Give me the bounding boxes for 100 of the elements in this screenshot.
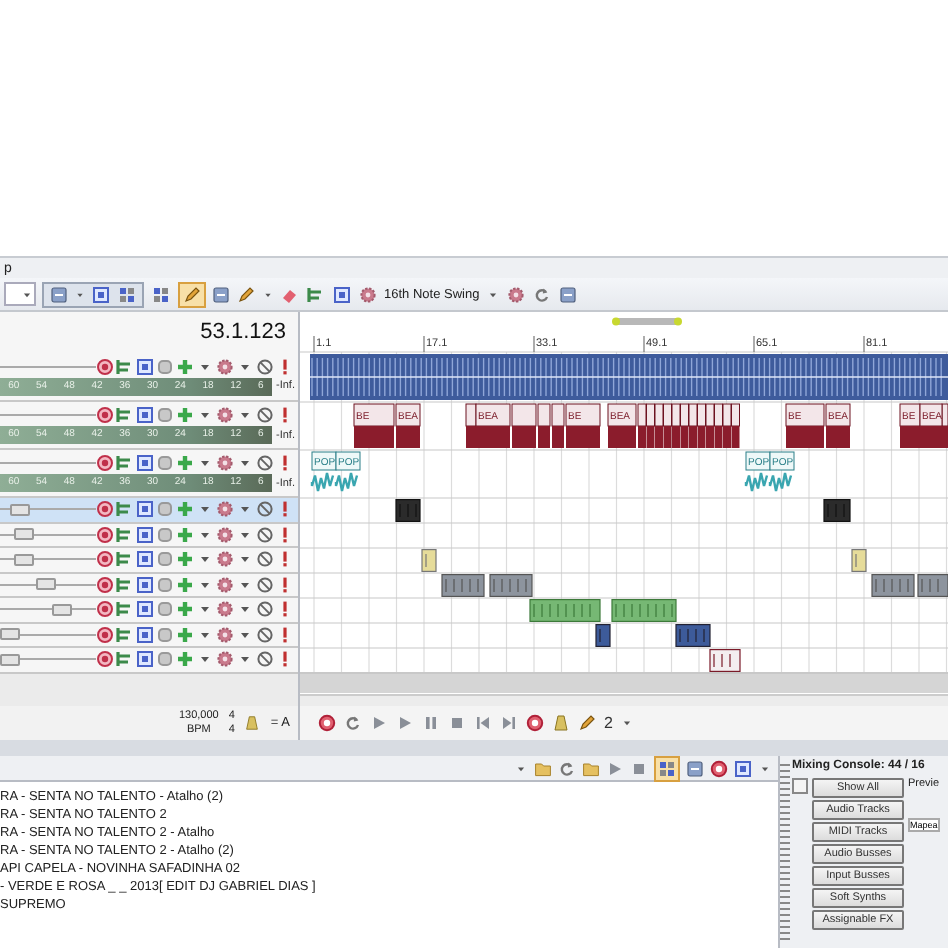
audio-clip[interactable] [680,403,689,448]
panel-grip[interactable] [780,764,790,940]
pencil-icon[interactable] [578,714,596,732]
gear-icon[interactable] [216,454,234,472]
audio-clip[interactable] [697,403,706,448]
audio-clip[interactable] [722,403,732,448]
audio-clip[interactable] [654,403,664,448]
count-in-value[interactable]: 2 [604,714,613,732]
audio-clip[interactable] [537,403,551,448]
slider-thumb[interactable] [0,653,20,666]
audio-clip[interactable] [744,451,771,493]
audio-clip[interactable] [825,403,851,448]
audio-clip[interactable] [565,403,601,448]
circle-slash-icon[interactable] [256,600,274,619]
square-icon[interactable] [136,357,154,375]
slider-thumb[interactable] [51,603,72,616]
slider-thumb[interactable] [36,578,57,591]
audio-clip[interactable] [663,403,672,448]
metronome-icon[interactable] [244,714,261,732]
audio-clip[interactable] [785,403,825,448]
audio-clip[interactable] [731,403,740,448]
track-header[interactable] [0,523,298,548]
go-to-start-icon[interactable] [474,714,492,732]
midi-clip[interactable] [395,499,421,522]
square-icon[interactable] [136,500,154,519]
slider-thumb[interactable] [0,628,20,641]
rounded-square-icon[interactable] [156,406,174,424]
horizontal-scrollbar[interactable] [300,693,948,706]
audio-clip[interactable] [671,403,681,448]
play-from-start-icon[interactable] [370,714,388,732]
volume-slider[interactable] [0,578,96,591]
routing-icon[interactable] [116,406,134,424]
square-icon[interactable] [136,600,154,619]
audio-clip[interactable] [705,403,715,448]
square-icon[interactable] [136,406,154,424]
play-icon[interactable] [396,714,414,732]
audio-clip[interactable] [511,403,537,448]
settings-icon[interactable] [505,285,526,303]
slider-thumb[interactable] [14,528,35,541]
midi-clip[interactable] [851,549,867,572]
circle-slash-icon[interactable] [256,550,274,569]
record-icon[interactable] [318,714,336,732]
circle-slash-icon[interactable] [256,625,274,644]
volume-slider[interactable] [0,628,96,641]
midi-clip[interactable] [529,599,601,622]
volume-slider[interactable] [0,528,96,541]
routing-icon[interactable] [116,650,134,669]
refresh-icon[interactable] [531,285,552,303]
midi-clip[interactable] [675,624,711,647]
square-icon[interactable] [136,550,154,569]
audio-clip[interactable] [395,403,421,448]
audio-clip[interactable] [334,451,361,493]
grid-icon[interactable] [116,285,138,303]
midi-clip[interactable] [421,549,437,572]
audio-clip[interactable] [637,403,647,448]
volume-slider[interactable] [0,360,96,372]
routing-icon[interactable] [116,500,134,519]
square-icon[interactable] [136,525,154,544]
circle-slash-icon[interactable] [256,454,274,472]
audio-clip[interactable] [310,451,337,493]
audio-clip[interactable] [465,403,477,448]
eraser-icon[interactable] [280,285,300,303]
routing-icon[interactable] [116,600,134,619]
volume-slider[interactable] [0,457,96,469]
routing-icon[interactable] [116,575,134,594]
volume-slider[interactable] [0,653,96,666]
midi-clip[interactable] [871,574,915,597]
routing-icon[interactable] [116,525,134,544]
slider-thumb[interactable] [14,553,35,566]
dropdown-field[interactable] [4,282,36,306]
volume-slider[interactable] [0,503,96,516]
audio-clip[interactable] [353,403,395,448]
circle-slash-icon[interactable] [256,406,274,424]
volume-slider[interactable] [0,409,96,421]
routing-icon[interactable] [116,625,134,644]
rounded-square-icon[interactable] [156,525,174,544]
circle-slash-icon[interactable] [256,575,274,594]
track-header[interactable] [0,548,298,573]
metronome-icon[interactable] [552,714,570,732]
audio-clip[interactable] [309,354,948,400]
midi-clip[interactable] [611,599,677,622]
square-icon[interactable] [136,454,154,472]
go-to-end-icon[interactable] [500,714,518,732]
record-icon[interactable] [96,357,114,375]
square-icon[interactable] [136,625,154,644]
record-icon[interactable] [96,406,114,424]
audio-clip[interactable] [607,403,637,448]
pause-icon[interactable] [422,714,440,732]
routing-icon[interactable] [116,357,134,375]
track-header[interactable] [0,648,298,673]
rounded-square-icon[interactable] [156,575,174,594]
rounded-square-icon[interactable] [156,600,174,619]
circle-slash-icon[interactable] [256,500,274,519]
audio-clip[interactable] [919,403,943,448]
slider-thumb[interactable] [9,503,30,516]
record-icon[interactable] [96,454,114,472]
circle-slash-icon[interactable] [256,650,274,669]
record-arm-icon[interactable] [526,714,544,732]
paint-icon[interactable] [236,285,256,303]
audio-clip[interactable] [688,403,698,448]
